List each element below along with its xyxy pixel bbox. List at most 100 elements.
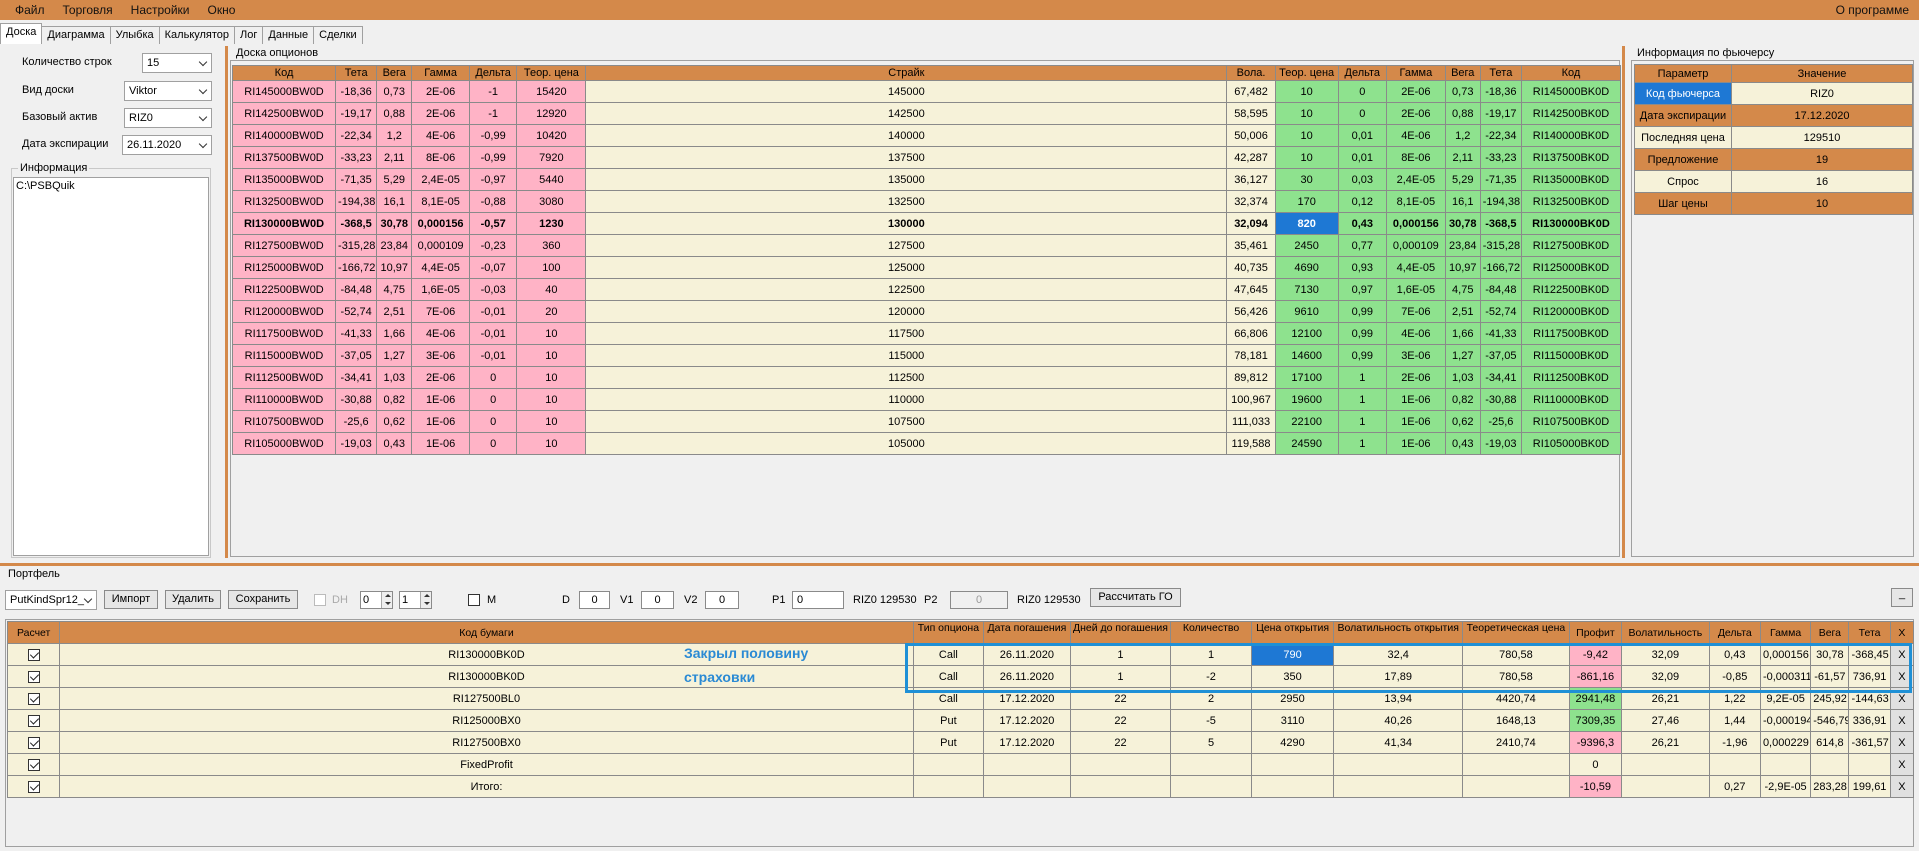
board-cell[interactable]: 0,77 (1337, 234, 1388, 257)
board-cell[interactable]: 1,66 (376, 322, 413, 345)
board-cell[interactable]: 89,812 (1226, 366, 1276, 389)
futures-row[interactable]: Дата экспирации 17.12.2020 (1634, 104, 1913, 127)
portfolio-cell[interactable] (1810, 753, 1850, 776)
portfolio-cell[interactable]: RI127500BX0 (59, 731, 914, 754)
calc-checkbox-cell[interactable] (6, 775, 61, 798)
dh-spin-2[interactable]: 1 (399, 591, 432, 609)
board-cell[interactable]: 1E-06 (1386, 410, 1446, 433)
futures-row[interactable]: Шаг цены 10 (1634, 192, 1913, 215)
board-cell[interactable]: RI110000BK0D (1520, 388, 1622, 411)
board-cell[interactable]: 0,62 (1444, 410, 1481, 433)
board-cell[interactable]: 56,426 (1226, 300, 1276, 323)
board-cell[interactable]: 0,01 (1337, 146, 1388, 169)
board-cell[interactable]: 2,51 (376, 300, 413, 323)
remove-row-button[interactable]: X (1889, 731, 1915, 754)
portfolio-col-header[interactable]: Дельта (1708, 621, 1761, 644)
board-row[interactable]: RI137500BW0D -33,23 2,11 8E-06 -0,99 7920 1375… (231, 146, 1622, 169)
board-cell[interactable]: -71,35 (1479, 168, 1522, 191)
portfolio-cell[interactable]: 2410,74 (1462, 731, 1570, 754)
portfolio-cell[interactable]: -0,000194 (1759, 709, 1812, 732)
import-button[interactable]: Импорт (104, 590, 158, 609)
board-cell[interactable]: 4,75 (376, 278, 413, 301)
portfolio-cell[interactable]: 4290 (1250, 731, 1335, 754)
board-cell[interactable]: 107500 (585, 410, 1228, 433)
board-cell[interactable]: 10 (516, 366, 587, 389)
board-col-header[interactable]: Теор. цена (1274, 65, 1339, 81)
portfolio-col-header[interactable]: Теоретическая цена (1462, 621, 1570, 644)
checkbox-checked-icon[interactable] (27, 670, 40, 683)
board-cell[interactable]: -0,57 (468, 212, 518, 235)
board-cell[interactable]: 15420 (516, 80, 587, 103)
board-col-header[interactable]: Теор. цена (516, 65, 587, 81)
board-cell[interactable]: 14600 (1274, 344, 1339, 367)
futures-row[interactable]: Код фьючерса RIZ0 (1634, 82, 1913, 105)
board-row[interactable]: RI140000BW0D -22,34 1,2 4E-06 -0,99 10420 1400… (231, 124, 1622, 147)
board-cell[interactable]: 4690 (1274, 256, 1339, 279)
board-cell[interactable]: 22100 (1274, 410, 1339, 433)
board-cell[interactable]: 100 (516, 256, 587, 279)
board-cell[interactable]: -18,36 (1479, 80, 1522, 103)
portfolio-cell[interactable]: 0 (1568, 753, 1623, 776)
tab-data[interactable]: Данные (262, 26, 315, 44)
board-cell[interactable]: RI117500BW0D (231, 322, 337, 345)
board-cell[interactable]: 4E-06 (411, 322, 470, 345)
board-cell[interactable]: 1,2 (376, 124, 413, 147)
board-cell[interactable]: 360 (516, 234, 587, 257)
board-cell[interactable]: RI122500BW0D (231, 278, 337, 301)
board-col-header[interactable]: Вола. (1226, 65, 1276, 81)
minimize-button[interactable]: _ (1891, 588, 1913, 607)
board-cell[interactable]: RI137500BK0D (1520, 146, 1622, 169)
board-cell[interactable]: 2E-06 (411, 80, 470, 103)
board-cell[interactable]: 115000 (585, 344, 1228, 367)
board-cell[interactable]: 3E-06 (1386, 344, 1446, 367)
board-row[interactable]: RI117500BW0D -41,33 1,66 4E-06 -0,01 10 117500… (231, 322, 1622, 345)
board-cell[interactable]: 0,73 (376, 80, 413, 103)
board-cell[interactable]: 10,97 (1444, 256, 1481, 279)
board-cell[interactable]: 10 (516, 410, 587, 433)
portfolio-cell[interactable]: 199,61 (1848, 775, 1891, 798)
board-cell[interactable]: -41,33 (1479, 322, 1522, 345)
portfolio-cell[interactable] (1462, 753, 1570, 776)
portfolio-cell[interactable]: 3110 (1250, 709, 1335, 732)
portfolio-col-header[interactable]: Гамма (1759, 621, 1812, 644)
portfolio-cell[interactable]: -361,57 (1848, 731, 1891, 754)
board-cell[interactable]: 0,43 (1444, 432, 1481, 455)
board-row[interactable]: RI110000BW0D -30,88 0,82 1E-06 0 10 110000 100,… (231, 388, 1622, 411)
v1-input[interactable]: 0 (641, 591, 674, 609)
rows-count-select[interactable]: 15 (142, 53, 212, 73)
board-cell[interactable]: 1 (1337, 410, 1388, 433)
board-cell[interactable]: 2,4E-05 (411, 168, 470, 191)
board-cell[interactable]: 7920 (516, 146, 587, 169)
board-cell[interactable]: 170 (1274, 190, 1339, 213)
board-cell[interactable]: 30,78 (1444, 212, 1481, 235)
board-cell[interactable]: 19600 (1274, 388, 1339, 411)
board-cell[interactable]: RI105000BW0D (231, 432, 337, 455)
board-cell[interactable]: 117500 (585, 322, 1228, 345)
portfolio-cell[interactable] (1333, 753, 1464, 776)
board-cell[interactable]: -166,72 (335, 256, 378, 279)
portfolio-cell[interactable] (1848, 753, 1891, 776)
tab-smile[interactable]: Улыбка (109, 26, 160, 44)
board-cell[interactable]: RI107500BK0D (1520, 410, 1622, 433)
board-cell[interactable]: 122500 (585, 278, 1228, 301)
board-cell[interactable]: 1 (1337, 432, 1388, 455)
board-cell[interactable]: 2,11 (1444, 146, 1481, 169)
board-cell[interactable]: -0,99 (468, 124, 518, 147)
futures-param-cell[interactable]: Последняя цена (1634, 126, 1732, 149)
board-cell[interactable]: 4,4E-05 (411, 256, 470, 279)
board-row[interactable]: RI120000BW0D -52,74 2,51 7E-06 -0,01 20 120000… (231, 300, 1622, 323)
board-col-header[interactable]: Код (231, 65, 337, 81)
board-row[interactable]: RI145000BW0D -18,36 0,73 2E-06 -1 15420 145000… (231, 80, 1622, 103)
board-cell[interactable]: 2,4E-05 (1386, 168, 1446, 191)
board-cell[interactable]: RI117500BK0D (1520, 322, 1622, 345)
board-cell[interactable]: 10 (1274, 146, 1339, 169)
board-cell[interactable]: 119,588 (1226, 432, 1276, 455)
board-cell[interactable]: 0,000156 (1386, 212, 1446, 235)
calc-checkbox-cell[interactable] (6, 643, 61, 666)
remove-row-button[interactable]: X (1889, 709, 1915, 732)
board-cell[interactable]: RI145000BK0D (1520, 80, 1622, 103)
portfolio-cell[interactable] (1621, 775, 1710, 798)
dh-checkbox[interactable] (314, 594, 326, 606)
calc-checkbox-cell[interactable] (6, 687, 61, 710)
tab-log[interactable]: Лог (234, 26, 264, 44)
